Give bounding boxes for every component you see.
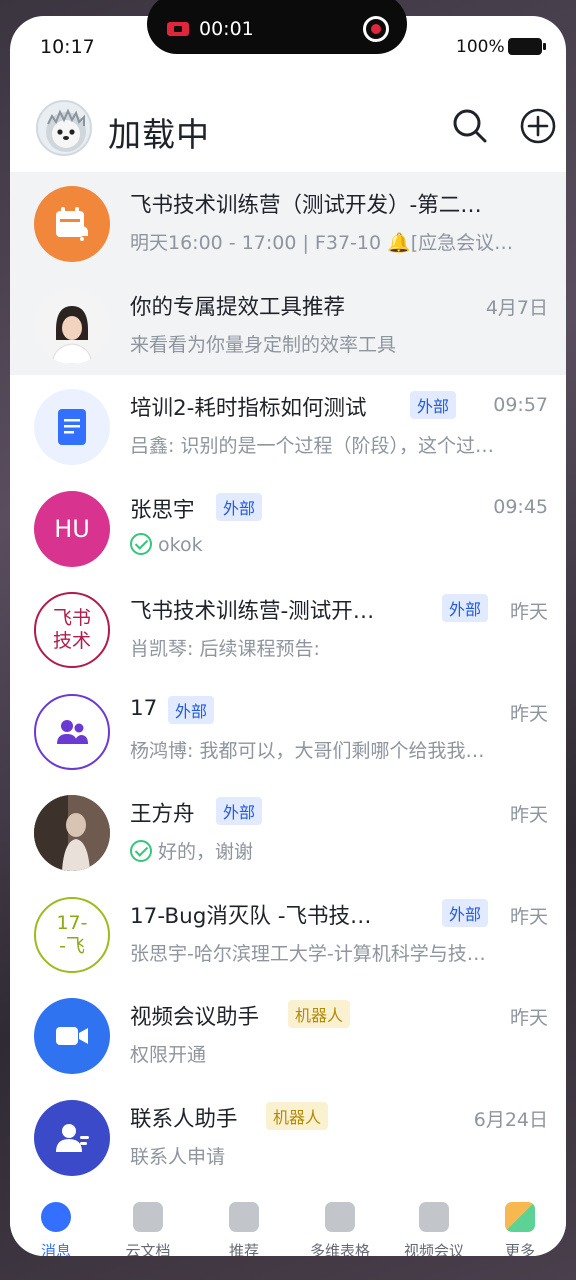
chat-row[interactable]: 飞书技术训练营（测试开发）-第二… 明天16:00 - 17:00 | F37-…: [10, 172, 566, 274]
chat-title: 飞书技术训练营（测试开发）-第二…: [130, 193, 482, 218]
chat-time: 昨天: [509, 804, 548, 826]
chat-preview: 张思宇-哈尔滨理工大学-计算机科学与技…: [130, 942, 486, 965]
record-camera-icon: [167, 22, 189, 36]
person-photo-icon: [34, 795, 110, 871]
page-title: 加载中: [108, 115, 210, 154]
chat-preview: 好的，谢谢: [158, 841, 254, 863]
chat-row[interactable]: HU 张思宇 外部 09:45 okok: [10, 477, 566, 579]
document-icon: [58, 409, 86, 445]
bot-tag: 机器人: [266, 1101, 329, 1130]
person-photo-icon: [34, 287, 110, 364]
chat-preview: 吕鑫: 识别的是一个过程（阶段），这个过…: [130, 435, 494, 457]
group-people-icon: [57, 719, 88, 744]
chat-preview: okok: [158, 533, 203, 556]
chat-row[interactable]: 王方舟 外部 昨天 好的，谢谢: [10, 781, 566, 883]
tab-bitable[interactable]: 多维表格: [292, 1202, 388, 1256]
chat-time: 昨天: [509, 1007, 548, 1029]
chat-row[interactable]: 视频会议助手 机器人 昨天 权限开通: [10, 984, 566, 1086]
chat-preview: 明天16:00 - 17:00 | F37-10 🔔[应急会议…: [130, 232, 514, 254]
chat-time: 09:45: [493, 495, 548, 518]
add-button[interactable]: [518, 106, 558, 146]
chat-time: 4月7日: [485, 296, 548, 319]
chat-title: 培训2-耗时指标如何测试: [130, 396, 367, 421]
tab-messages[interactable]: 消息: [10, 1202, 104, 1256]
chat-time: 昨天: [509, 905, 548, 928]
chat-preview: 权限开通: [130, 1044, 207, 1066]
bot-tag: 机器人: [288, 1000, 351, 1028]
group-avatar: [34, 693, 110, 770]
chat-row[interactable]: 你的专属提效工具推荐 4月7日 来看看为你量身定制的效率工具: [10, 273, 566, 375]
chat-preview: 来看看为你量身定制的效率工具: [130, 333, 397, 356]
chat-title: 飞书技术训练营-测试开…: [130, 599, 375, 624]
chat-title: 视频会议助手: [130, 1005, 260, 1030]
external-tag: 外部: [168, 695, 215, 724]
calendar-avatar: [34, 186, 110, 262]
more-apps-icon: [505, 1202, 535, 1232]
chat-preview: 联系人申请: [130, 1145, 226, 1168]
bottom-tab-bar: 消息 云文档 推荐 多维表格 视频会议 更多: [10, 1192, 566, 1256]
chat-preview: 杨鸿博: 我都可以，大哥们剩哪个给我我…: [130, 739, 485, 762]
chat-time: 昨天: [509, 601, 548, 623]
screen-recording-indicator[interactable]: 00:01: [147, 0, 407, 54]
table-icon: [325, 1202, 355, 1232]
chat-title: 17-Bug消灭队 -飞书技…: [130, 903, 372, 929]
chat-row[interactable]: 17 外部 昨天 杨鸿博: 我都可以，大哥们剩哪个给我我…: [10, 680, 566, 782]
person-avatar: [34, 287, 110, 364]
chat-title: 联系人助手: [130, 1106, 238, 1132]
initials-avatar: HU: [34, 490, 110, 567]
chat-row[interactable]: 培训2-耗时指标如何测试 外部 09:57 吕鑫: 识别的是一个过程（阶段），这…: [10, 375, 566, 477]
search-button[interactable]: [450, 106, 490, 146]
chat-preview: 肖凯琴: 后续课程预告:: [130, 638, 320, 660]
recording-time: 00:01: [199, 18, 254, 40]
read-check-icon: [130, 840, 152, 862]
chat-preview-row: okok: [130, 532, 203, 556]
video-camera-icon: [56, 1027, 88, 1045]
battery-percent: 100%: [456, 37, 505, 57]
external-tag: 外部: [442, 594, 489, 622]
tab-docs[interactable]: 云文档: [100, 1202, 196, 1256]
doc-avatar: [34, 389, 110, 465]
video-avatar: [34, 998, 110, 1074]
plus-circle-icon: [520, 108, 556, 144]
chat-row[interactable]: 飞书 技术 飞书技术训练营-测试开… 外部 昨天 肖凯琴: 后续课程预告:: [10, 578, 566, 680]
chat-time: 昨天: [509, 702, 548, 725]
tab-recommend[interactable]: 推荐: [196, 1202, 292, 1256]
search-icon: [453, 109, 487, 143]
chat-title: 张思宇: [130, 497, 195, 523]
chat-title: 你的专属提效工具推荐: [130, 294, 346, 320]
stop-record-button[interactable]: [363, 16, 389, 42]
external-tag: 外部: [216, 797, 263, 825]
chat-title: 王方舟: [130, 802, 195, 827]
group-text-avatar: 飞书 技术: [34, 592, 110, 668]
hedgehog-avatar-icon: [46, 108, 86, 152]
cloud-doc-icon: [133, 1202, 163, 1232]
status-time: 10:17: [40, 36, 95, 58]
header: 加载中: [10, 88, 566, 172]
read-check-icon: [130, 532, 152, 555]
chat-preview-row: 好的，谢谢: [130, 837, 253, 864]
battery-icon: [508, 38, 546, 55]
tab-video-meeting[interactable]: 视频会议: [386, 1202, 482, 1256]
external-tag: 外部: [442, 898, 489, 927]
calendar-bell-icon: [56, 207, 88, 241]
group-text-avatar: 17- -飞: [34, 896, 110, 973]
external-tag: 外部: [410, 391, 457, 419]
person-avatar: [34, 795, 110, 871]
chat-list: 飞书技术训练营（测试开发）-第二… 明天16:00 - 17:00 | F37-…: [10, 172, 566, 1187]
contact-person-icon: [56, 1123, 89, 1152]
tab-more[interactable]: 更多: [472, 1202, 566, 1256]
chat-time: 09:57: [493, 394, 548, 416]
chat-row[interactable]: 17- -飞 17-Bug消灭队 -飞书技… 外部 昨天 张思宇-哈尔滨理工大学…: [10, 883, 566, 985]
video-meeting-icon: [419, 1202, 449, 1232]
chat-bubble-icon: [41, 1202, 71, 1232]
profile-avatar[interactable]: [36, 100, 92, 156]
chat-title: 17: [130, 695, 158, 721]
chat-row[interactable]: 联系人助手 机器人 6月24日 联系人申请: [10, 1086, 566, 1188]
contact-avatar: [34, 1099, 110, 1176]
external-tag: 外部: [216, 492, 263, 521]
recommend-icon: [229, 1202, 259, 1232]
phone-screen: 10:17 100% 加载中 飞书技术训练营（测试开发）-第二… 明天16:00…: [10, 16, 566, 1256]
chat-time: 6月24日: [473, 1108, 548, 1131]
